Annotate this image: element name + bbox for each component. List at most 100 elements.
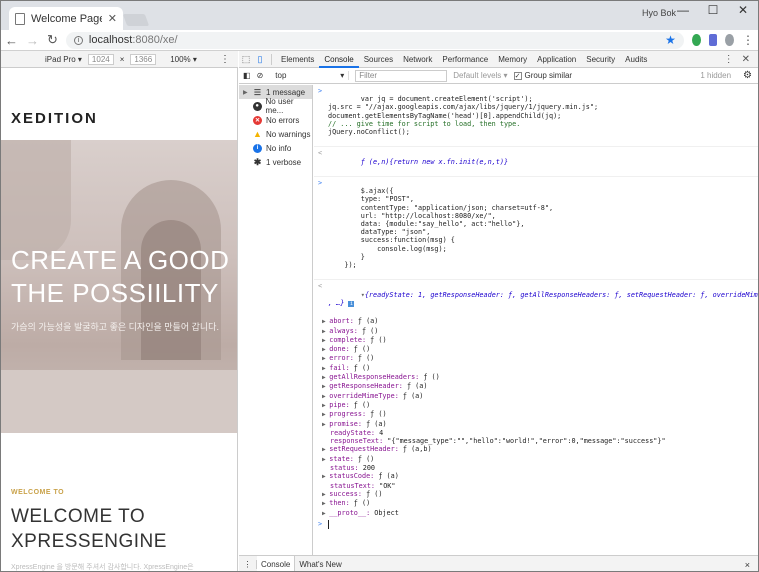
tab-security[interactable]: Security	[581, 51, 620, 68]
tab-title: Welcome Page	[31, 12, 102, 25]
drawer-close-icon[interactable]: ×	[745, 560, 758, 570]
console-line: $.ajax({	[360, 187, 394, 196]
console-output[interactable]: > var jq = document.createElement('script…	[314, 85, 758, 555]
console-line: type: "POST",	[328, 195, 414, 204]
minimize-button[interactable]: —	[668, 1, 698, 19]
site-logo[interactable]: XEDITION	[11, 110, 98, 127]
tab-elements[interactable]: Elements	[276, 51, 319, 68]
close-tab-icon[interactable]: ✕	[108, 12, 117, 25]
console-drawer: ⋮ Console What's New ×	[239, 555, 758, 572]
forward-icon[interactable]: →	[26, 33, 39, 48]
extension-sound-icon[interactable]	[708, 34, 718, 46]
drawer-menu-icon[interactable]: ⋮	[239, 560, 257, 569]
object-summary-line1[interactable]: {readyState: 1, getResponseHeader: ƒ, ge…	[365, 291, 758, 299]
console-prompt[interactable]: >	[314, 518, 758, 532]
url-text[interactable]: localhost:8080/xe/	[89, 34, 659, 46]
sidebar-toggle-icon[interactable]: ◧	[243, 71, 251, 80]
console-result[interactable]: ƒ (e,n){return new x.fn.init(e,n,t)}	[361, 158, 508, 166]
object-property-row[interactable]: ▶ getAllResponseHeaders: ƒ ()	[314, 373, 758, 382]
object-property-row[interactable]: ▶ overrideMimeType: ƒ (a)	[314, 392, 758, 401]
browser-tab[interactable]: Welcome Page ✕	[9, 7, 123, 30]
browser-menu-icon[interactable]: ⋮	[742, 33, 754, 47]
object-property-row[interactable]: ▶ abort: ƒ (a)	[314, 317, 758, 326]
devtools-close-icon[interactable]: ✕	[742, 54, 750, 65]
console-line: success:function(msg) {	[328, 236, 455, 245]
device-toggle-icon[interactable]: ▯	[253, 51, 267, 68]
object-property-row[interactable]: ▶ progress: ƒ ()	[314, 410, 758, 419]
sidebar-item-verbose[interactable]: ✱ 1 verbose	[239, 155, 312, 169]
new-tab-button[interactable]	[122, 14, 150, 26]
console-line: });	[328, 261, 357, 270]
object-property-row[interactable]: ▶ fail: ƒ ()	[314, 364, 758, 373]
object-property-row[interactable]: ▶ complete: ƒ ()	[314, 336, 758, 345]
object-property-row[interactable]: ▶ done: ƒ ()	[314, 345, 758, 354]
object-property-row[interactable]: ▶ pipe: ƒ ()	[314, 401, 758, 410]
object-property-row[interactable]: ▶ error: ƒ ()	[314, 354, 758, 363]
text-caret	[328, 519, 329, 529]
context-select[interactable]: top ▾	[269, 71, 350, 80]
object-property-row[interactable]: ▶ promise: ƒ (a)	[314, 420, 758, 429]
object-property-row[interactable]: ▶ statusCode: ƒ (a)	[314, 472, 758, 481]
object-property-text: status: 200	[330, 464, 376, 473]
sidebar-item-user-messages[interactable]: ● No user me...	[239, 97, 312, 115]
tab-console[interactable]: Console	[319, 51, 359, 68]
sidebar-item-label: No errors	[266, 115, 300, 125]
object-property-row[interactable]: ▶ state: ƒ ()	[314, 455, 758, 464]
drawer-tab-whats-new[interactable]: What's New	[295, 556, 345, 572]
back-icon[interactable]: ←	[5, 33, 18, 48]
reload-icon[interactable]: ↻	[47, 32, 58, 48]
object-property-row[interactable]: ▶ setRequestHeader: ƒ (a,b)	[314, 445, 758, 454]
tab-memory[interactable]: Memory	[493, 51, 532, 68]
tab-performance[interactable]: Performance	[437, 51, 493, 68]
info-badge-icon[interactable]: i	[348, 300, 355, 307]
expand-arrow-icon[interactable]: ▶	[243, 89, 249, 96]
console-line: console.log(msg);	[328, 244, 447, 253]
device-more-icon[interactable]: ⋮	[220, 54, 230, 65]
sidebar-item-info[interactable]: i No info	[239, 141, 312, 155]
console-input-entry: > var jq = document.createElement('script…	[314, 85, 758, 148]
extension-gray-icon[interactable]	[725, 34, 735, 46]
zoom-select[interactable]: 100% ▾	[170, 55, 197, 64]
sidebar-item-warnings[interactable]: ▲ No warnings	[239, 127, 312, 141]
bookmark-star-icon[interactable]: ★	[665, 33, 676, 47]
object-property-row[interactable]: ▶ then: ƒ ()	[314, 499, 758, 508]
sidebar-item-errors[interactable]: ✕ No errors	[239, 113, 312, 127]
close-window-button[interactable]: ✕	[728, 1, 758, 19]
bug-icon: ✱	[253, 156, 262, 167]
console-result-entry: < ▾{readyState: 1, getResponseHeader: ƒ, …	[314, 280, 758, 317]
devtools-panel: ⬚ ▯ Elements Console Sources Network Per…	[239, 51, 758, 572]
tab-application[interactable]: Application	[532, 51, 581, 68]
console-line: jQuery.noConflict();	[328, 128, 410, 137]
clear-console-icon[interactable]: ⊘	[257, 71, 264, 80]
object-property-row[interactable]: ▶ __proto__: Object	[314, 509, 758, 518]
device-select[interactable]: iPad Pro ▾	[45, 55, 82, 64]
info-icon[interactable]: i	[73, 35, 83, 45]
levels-select[interactable]: Default levels ▾	[453, 71, 507, 80]
devtools-menu-icon[interactable]: ⋮	[724, 54, 734, 65]
tab-network[interactable]: Network	[398, 51, 437, 68]
drawer-tab-console[interactable]: Console	[257, 555, 296, 571]
extension-green-icon[interactable]	[691, 34, 701, 46]
object-property-row[interactable]: ▶ getResponseHeader: ƒ (a)	[314, 382, 758, 391]
device-width-input[interactable]: 1024	[87, 53, 114, 65]
inspect-element-icon[interactable]: ⬚	[239, 51, 253, 68]
object-property-row[interactable]: ▶ always: ƒ ()	[314, 327, 758, 336]
sidebar-item-label: No info	[266, 143, 292, 153]
devtools-tabbar: ⬚ ▯ Elements Console Sources Network Per…	[239, 51, 758, 68]
tab-sources[interactable]: Sources	[359, 51, 398, 68]
object-property-text: pipe: ƒ ()	[329, 400, 371, 409]
object-property-row[interactable]: ▶ success: ƒ ()	[314, 490, 758, 499]
address-bar[interactable]: i localhost:8080/xe/ ★	[65, 31, 684, 49]
console-settings-icon[interactable]: ⚙	[743, 70, 758, 81]
maximize-button[interactable]: ☐	[698, 1, 728, 19]
group-similar-toggle[interactable]: ✓ Group similar	[513, 71, 572, 80]
hero-ground-shape	[1, 370, 237, 433]
hero-title: CREATE A GOOD THE POSSIILITY	[11, 244, 229, 310]
filter-input[interactable]: Filter	[355, 69, 448, 82]
device-height-input[interactable]: 1366	[130, 53, 157, 65]
console-line: data: {module:"say_hello", act:"hello"},	[328, 220, 525, 229]
tab-audits[interactable]: Audits	[620, 51, 652, 68]
object-property-text: statusCode: ƒ (a)	[329, 472, 399, 481]
object-property-text: promise: ƒ (a)	[329, 419, 387, 428]
checkbox-checked-icon[interactable]: ✓	[513, 72, 522, 80]
